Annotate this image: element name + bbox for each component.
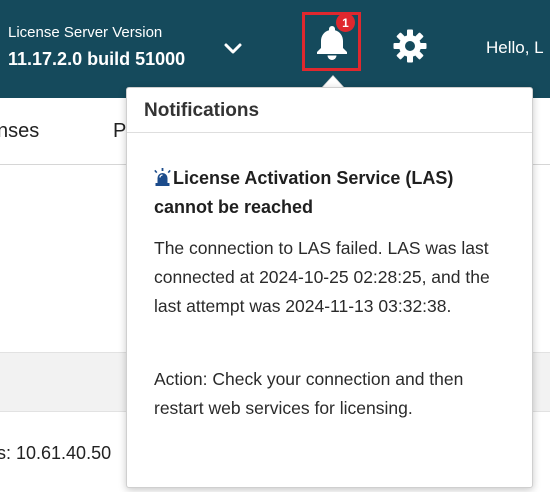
- chevron-down-icon: [224, 43, 242, 54]
- version-value: 11.17.2.0 build 51000: [8, 49, 186, 69]
- notifications-panel: Notifications License Activation Service…: [126, 87, 533, 488]
- settings-button[interactable]: [390, 26, 430, 66]
- version-label: License Server Version: [8, 24, 163, 41]
- tab-licenses[interactable]: nses: [0, 120, 39, 143]
- notification-item-message: The connection to LAS failed. LAS was la…: [154, 238, 490, 316]
- notification-item-action: Action: Check your connection and then r…: [154, 369, 464, 418]
- version-dropdown-toggle[interactable]: [218, 34, 248, 64]
- notifications-title: Notifications: [144, 100, 260, 121]
- notification-item-title-text: License Activation Service (LAS) cannot …: [154, 168, 454, 217]
- user-greeting[interactable]: Hello, L: [486, 38, 544, 58]
- notifications-header: Notifications: [127, 88, 532, 133]
- tab-second[interactable]: P: [113, 120, 126, 143]
- siren-icon: [154, 168, 171, 186]
- notification-count-badge: 1: [336, 13, 355, 32]
- top-header-bar: License Server Version 11.17.2.0 build 5…: [0, 0, 550, 98]
- server-address-text: s: 10.61.40.50: [0, 443, 112, 463]
- notification-item-title: License Activation Service (LAS) cannot …: [154, 164, 514, 222]
- gear-icon: [393, 29, 427, 63]
